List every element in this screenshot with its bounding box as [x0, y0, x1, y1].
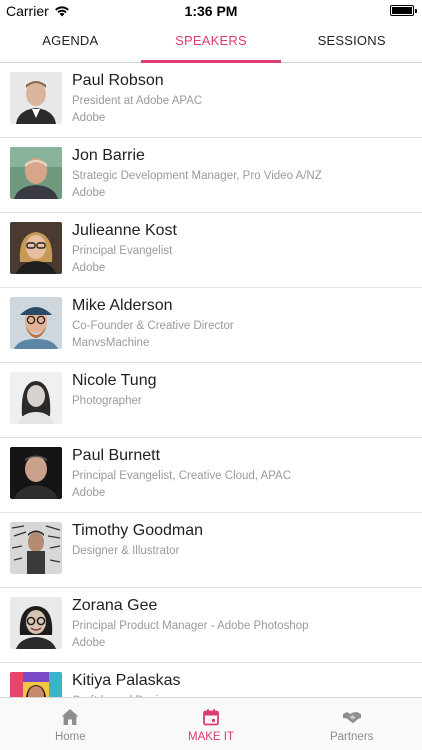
speaker-company: Adobe — [72, 112, 106, 124]
nav-make-it[interactable]: MAKE IT — [141, 698, 282, 750]
speaker-row[interactable]: Kitiya Palaskas Craft-based Designer — [0, 663, 422, 698]
tab-sessions[interactable]: SESSIONS — [281, 22, 422, 62]
speaker-row[interactable]: Timothy Goodman Designer & Illustrator — [0, 513, 422, 588]
speaker-company: Adobe — [72, 262, 106, 274]
status-bar: Carrier 1:36 PM — [0, 0, 422, 22]
speaker-name: Zorana Gee — [72, 597, 158, 614]
speaker-row[interactable]: Julieanne Kost Principal Evangelist Adob… — [0, 213, 422, 288]
speaker-photo — [10, 372, 62, 424]
speaker-name: Timothy Goodman — [72, 522, 204, 539]
segment-tabs: AGENDA SPEAKERS SESSIONS — [0, 22, 422, 63]
handshake-icon — [342, 712, 361, 724]
speaker-company: ManvsMachine — [72, 337, 150, 349]
speaker-name: Jon Barrie — [72, 147, 145, 164]
speaker-photo — [10, 672, 62, 698]
speaker-photo — [10, 222, 62, 274]
nav-partners[interactable]: Partners — [281, 698, 422, 750]
tab-agenda[interactable]: AGENDA — [0, 22, 141, 62]
speaker-company: Adobe — [72, 637, 106, 649]
speaker-role: Principal Evangelist — [72, 245, 173, 257]
battery-icon — [390, 5, 417, 16]
speaker-role: Principal Evangelist, Creative Cloud, AP… — [72, 470, 292, 482]
speaker-company: Adobe — [72, 487, 106, 499]
speaker-role: Principal Product Manager - Adobe Photos… — [72, 620, 309, 632]
home-icon — [61, 709, 79, 725]
speaker-photo — [10, 522, 62, 574]
nav-make-it-label: MAKE IT — [188, 731, 235, 743]
speaker-photo — [10, 447, 62, 499]
calendar-icon — [203, 709, 219, 726]
speaker-name: Nicole Tung — [72, 372, 157, 389]
speaker-role: Strategic Development Manager, Pro Video… — [72, 170, 322, 182]
speaker-company: Adobe — [72, 187, 106, 199]
speaker-name: Paul Burnett — [72, 447, 161, 464]
speaker-photo — [10, 147, 62, 199]
speaker-role: Photographer — [72, 395, 142, 407]
speaker-role: Co-Founder & Creative Director — [72, 320, 234, 332]
speaker-row[interactable]: Paul Burnett Principal Evangelist, Creat… — [0, 438, 422, 513]
speaker-row[interactable]: Paul Robson President at Adobe APAC Adob… — [0, 63, 422, 138]
speaker-row[interactable]: Nicole Tung Photographer — [0, 363, 422, 438]
tab-speakers[interactable]: SPEAKERS — [140, 22, 282, 63]
nav-home[interactable]: Home — [0, 698, 141, 750]
nav-home-label: Home — [54, 731, 86, 743]
nav-partners-label: Partners — [329, 731, 374, 743]
speaker-photo — [10, 297, 62, 349]
speaker-photo — [10, 72, 62, 124]
speaker-name: Mike Alderson — [72, 297, 173, 314]
speaker-row[interactable]: Jon Barrie Strategic Development Manager… — [0, 138, 422, 213]
speaker-role: President at Adobe APAC — [72, 95, 203, 107]
speaker-row[interactable]: Mike Alderson Co-Founder & Creative Dire… — [0, 288, 422, 363]
clock: 1:36 PM — [184, 3, 238, 19]
speaker-photo — [10, 597, 62, 649]
speaker-role: Designer & Illustrator — [72, 545, 180, 557]
speaker-row[interactable]: Zorana Gee Principal Product Manager - A… — [0, 588, 422, 663]
speaker-list: Paul Robson President at Adobe APAC Adob… — [0, 63, 422, 698]
speaker-name: Julieanne Kost — [72, 222, 177, 239]
speaker-name: Paul Robson — [72, 72, 164, 89]
speaker-name: Kitiya Palaskas — [72, 672, 181, 689]
bottom-tab-bar: Home MAKE IT Partners — [0, 697, 422, 750]
